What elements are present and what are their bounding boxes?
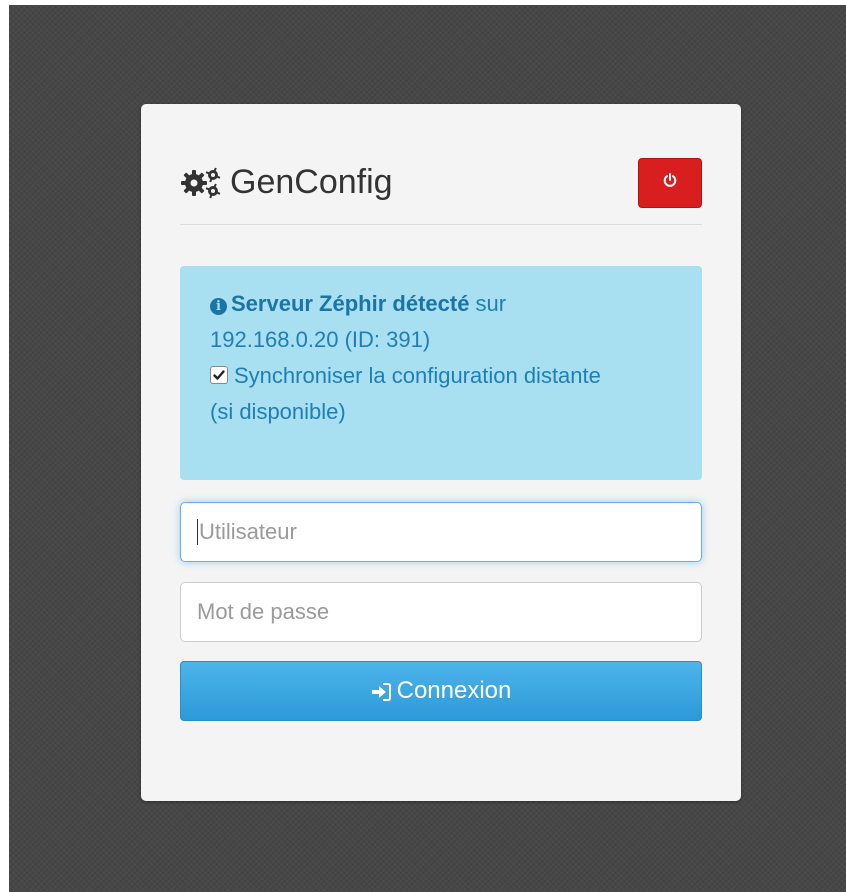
sync-note: (si disponible) [210, 399, 346, 424]
text-cursor [197, 519, 198, 545]
app-title: GenConfig [230, 163, 393, 201]
sync-checkbox[interactable] [210, 366, 228, 384]
password-placeholder: Mot de passe [197, 599, 330, 624]
password-field[interactable]: Mot de passe [180, 582, 702, 642]
info-circle-icon: i [210, 298, 227, 315]
power-icon [663, 173, 677, 193]
sign-in-icon [371, 681, 391, 701]
server-suffix: sur [469, 291, 507, 316]
server-label: Serveur Zéphir détecté [231, 291, 470, 316]
server-address: 192.168.0.20 (ID: 391) [210, 327, 431, 352]
login-label: Connexion [396, 677, 512, 704]
brand: GenConfig [180, 162, 393, 202]
login-button[interactable]: Connexion [180, 661, 702, 721]
sync-option: Synchroniser la configuration distante [210, 358, 672, 394]
power-button[interactable] [638, 158, 702, 208]
sync-label[interactable]: Synchroniser la configuration distante [234, 363, 601, 388]
username-field[interactable]: Utilisateur [180, 502, 702, 562]
server-detected-line: i Serveur Zéphir détecté sur [210, 286, 672, 322]
login-panel: GenConfig i Serveur Zéphir détecté sur 19… [141, 104, 741, 801]
server-alert: i Serveur Zéphir détecté sur 192.168.0.20… [180, 266, 702, 480]
panel-header: GenConfig [180, 158, 702, 225]
username-placeholder: Utilisateur [199, 519, 297, 544]
cogs-icon [180, 163, 226, 201]
